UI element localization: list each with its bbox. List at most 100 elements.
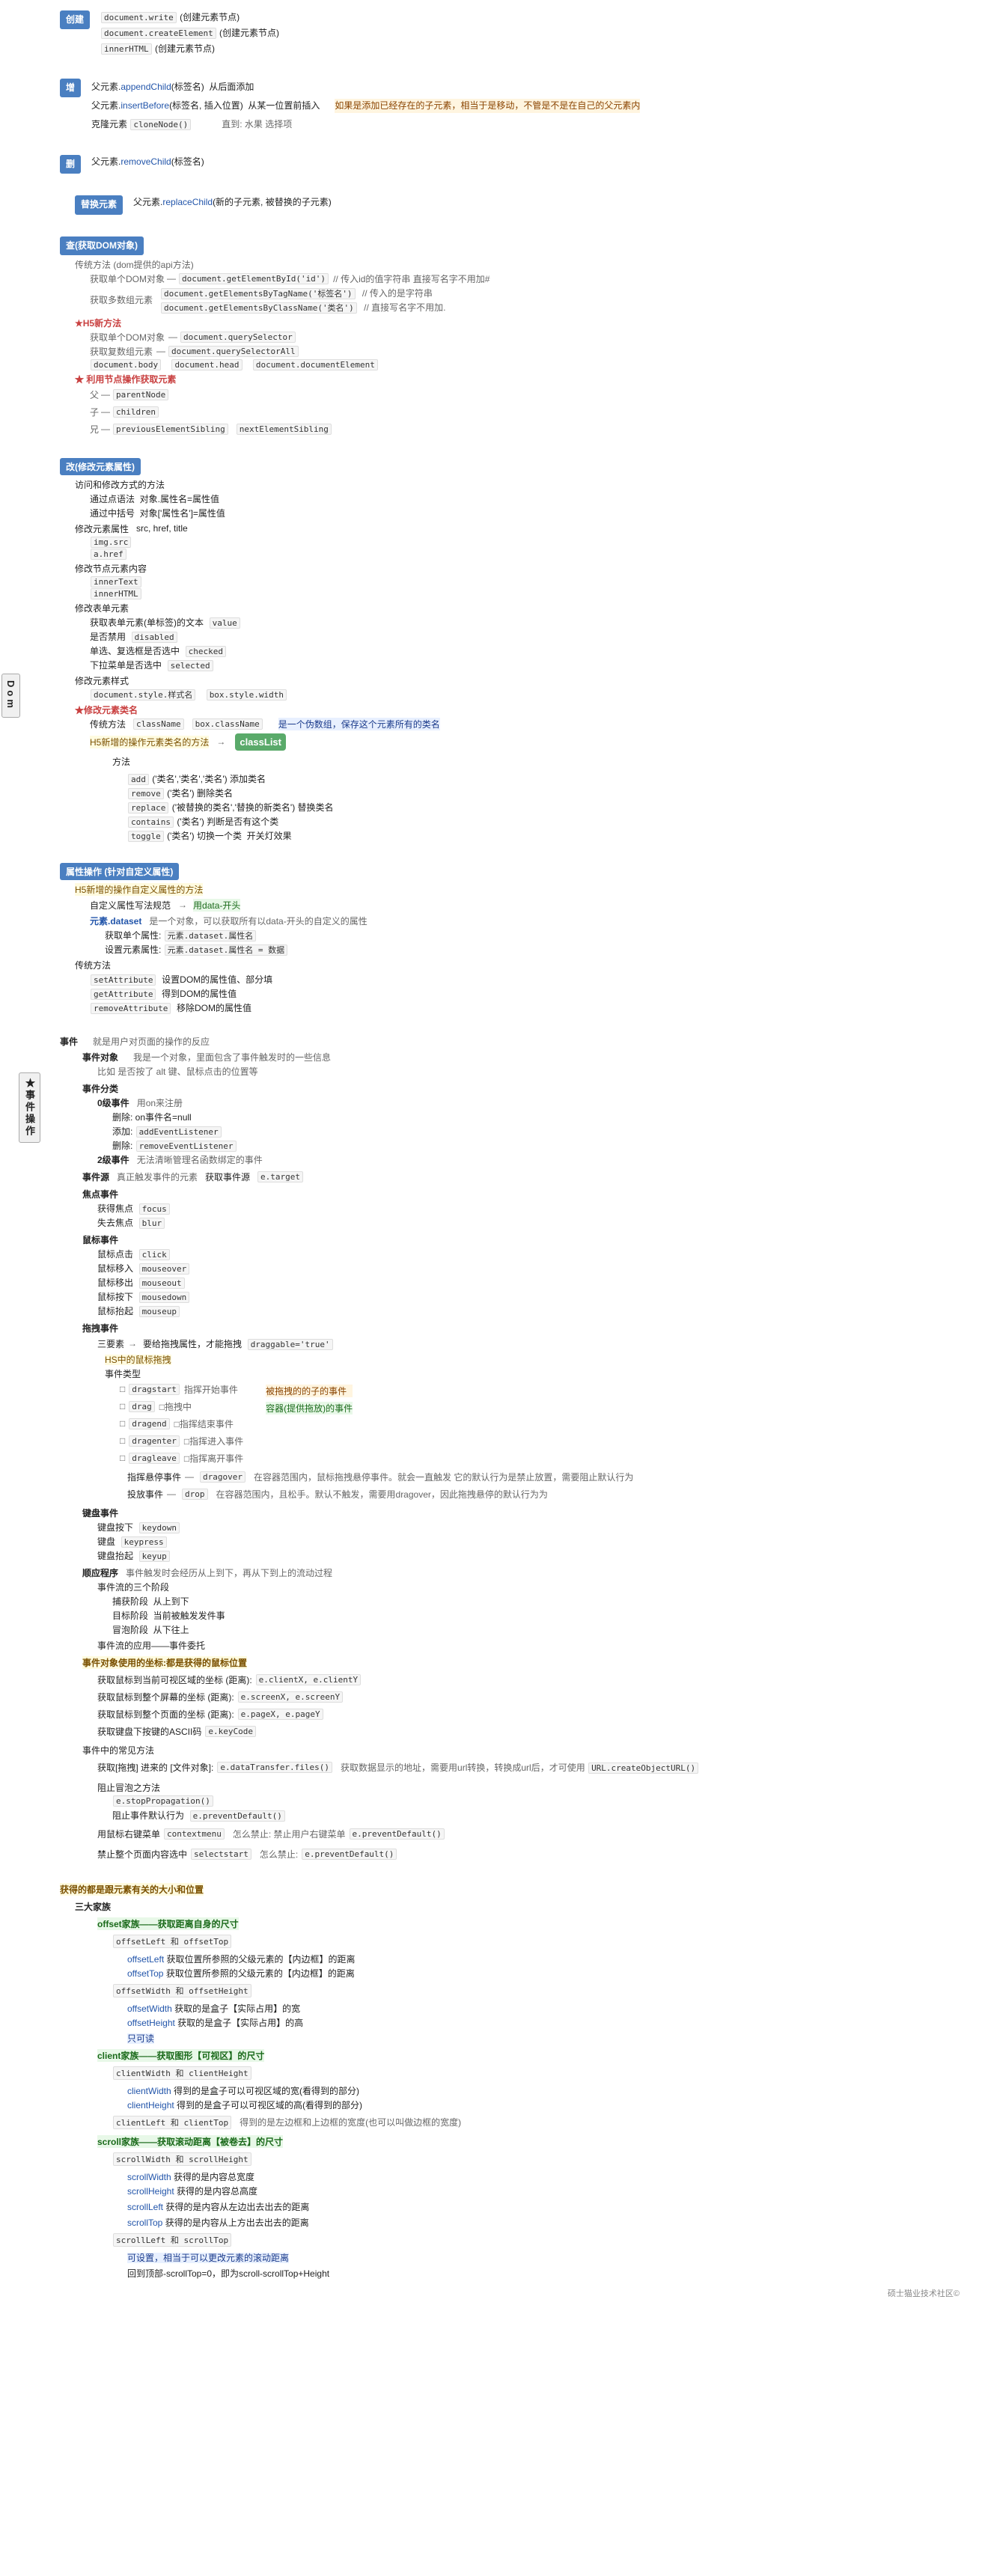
offset-readonly: 只可读: [127, 2032, 967, 2045]
event-source-section: 事件源 真正触发事件的元素 获取事件源 e.target: [82, 1171, 967, 1183]
event-other-list: 获取[拖拽] 进来的 [文件对象]: e.dataTransfer.files(…: [97, 1759, 967, 1862]
create-item-2: document.createElement (创建元素节点): [100, 26, 279, 40]
scrollwidth-height-desc: scrollWidth 获得的是内容总宽度 scrollHeight 获得的是内…: [127, 2170, 967, 2197]
offsetleft-top-desc: offsetLeft 获取位置所参照的父级元素的【内边框】的距离 offsetT…: [127, 1953, 967, 1980]
dragover-drop-events: 指挥悬停事件 — dragover 在容器范围内，鼠标拖拽悬停事件。就会一直触发…: [127, 1469, 967, 1502]
coord-methods: 获取鼠标到当前可视区域的坐标 (距离): e.clientX, e.client…: [97, 1672, 967, 1739]
dragover-row: 指挥悬停事件 — dragover 在容器范围内，鼠标拖拽悬停事件。就会一直触发…: [127, 1471, 967, 1483]
inner-text: innerText: [90, 576, 967, 587]
attribute-rule-label: 自定义属性写法规范: [90, 899, 171, 912]
clientwidth-height-desc: clientWidth 得到的是盒子可以可视区域的宽(看得到的部分) clien…: [127, 2084, 967, 2111]
keyboard-events-section: 键盘事件 键盘按下 keydown 键盘 keypress 键盘抬起 keyup: [82, 1507, 967, 1562]
clientxy-desc: 获取鼠标到当前可视区域的坐标 (距离):: [97, 1673, 252, 1686]
img-src-example: img.src: [90, 537, 967, 547]
modify-class-header: ★修改元素类名: [75, 703, 967, 716]
event-files-label: 获取[拖拽] 进来的 [文件对象]:: [97, 1761, 213, 1774]
query-h5-header: ★H5新方法: [75, 317, 967, 329]
query-get-multi-label: 获取多数组元素: [90, 293, 153, 306]
query-header-row: 查(获取DOM对象): [60, 236, 967, 255]
modify-content-label: 修改节点元素内容: [75, 562, 147, 575]
add-items: 父元素.appendChild(标签名) 从后面添加 父元素.insertBef…: [91, 79, 640, 134]
event-files-code: e.dataTransfer.files(): [217, 1762, 332, 1773]
replace-items: 父元素.replaceChild(新的子元素, 被替换的子元素): [133, 195, 332, 210]
three-elements-label: 三要素: [97, 1337, 124, 1350]
query-get-multi: 获取多数组元素 document.getElementsByTagName('标…: [90, 287, 967, 314]
scroll-family-header: scroll家族——获取滚动距离【被卷去】的尺寸: [97, 2135, 967, 2148]
scroll-family: scroll家族——获取滚动距离【被卷去】的尺寸 scrollWidth 和 s…: [97, 2135, 967, 2280]
scrollwidth-height: scrollWidth 和 scrollHeight: [113, 2152, 251, 2166]
offset-family-header: offset家族——获取距离自身的尺寸: [97, 1917, 967, 1930]
event-flow-label: 顺应程序: [82, 1566, 118, 1579]
three-elements-header: 三要素 → 要给拖拽属性，才能拖拽 draggable='true': [97, 1337, 967, 1350]
clientheight-desc: clientHeight 得到的是盒子可以可视区域的高(看得到的部分): [127, 2099, 967, 2111]
add-header-row: 增 父元素.appendChild(标签名) 从后面添加 父元素.insertB…: [60, 79, 967, 134]
keyboard-events: 键盘按下 keydown 键盘 keypress 键盘抬起 keyup: [97, 1521, 967, 1562]
offset-methods: offsetLeft 和 offsetTop offsetLeft 获取位置所参…: [112, 1933, 967, 2045]
context-menu-label: 用鼠标右键菜单: [97, 1828, 160, 1840]
event-obj-desc: 我是一个对象，里面包含了事件触发时的一些信息: [133, 1051, 331, 1063]
create-header-row: 创建 document.write (创建元素节点) document.crea…: [60, 10, 967, 57]
select-start-section: 禁止整个页面内容选中 selectstart 怎么禁止: e.preventDe…: [97, 1846, 967, 1862]
focus-header: 焦点事件: [82, 1188, 967, 1200]
screenxy-desc: 获取鼠标到整个屏幕的坐标 (距离):: [97, 1691, 234, 1703]
scroll-settable: 可设置，相当于可以更改元素的滚动距离: [127, 2253, 289, 2263]
query-h5-single: 获取单个DOM对象 — document.querySelector: [90, 331, 967, 344]
modify-form-label: 修改表单元素: [75, 602, 129, 614]
drop-desc: 在容器范围内，且松手。默认不触发，需要用dragover，因此拖拽悬停的默认行为…: [216, 1488, 548, 1501]
attribute-trad-header: 传统方法: [75, 959, 967, 971]
mouse-over: 鼠标移入 mouseover: [97, 1262, 967, 1275]
attribute-rule-row: 自定义属性写法规范 → 用data-开头: [90, 899, 967, 912]
pagexy-desc: 获取鼠标到整个页面的坐标 (距离):: [97, 1708, 234, 1721]
dot-notation: 通过点语法 对象.属性名=属性值: [90, 492, 967, 505]
attribute-h5-header: H5新增的操作自定义属性的方法: [75, 883, 967, 896]
event-files-row: 获取[拖拽] 进来的 [文件对象]: e.dataTransfer.files(…: [97, 1761, 967, 1774]
del-items: 父元素.removeChild(标签名): [91, 155, 204, 169]
mouse-click: 鼠标点击 click: [97, 1248, 967, 1260]
attribute-trad: 传统方法 setAttribute 设置DOM的属性值、部分填 getAttri…: [75, 959, 967, 1014]
offset-readonly-note: 只可读: [127, 2033, 154, 2044]
attribute-h5: H5新增的操作自定义属性的方法 自定义属性写法规范 → 用data-开头 元素.…: [75, 883, 967, 956]
keycode-code: e.keyCode: [205, 1726, 256, 1737]
classname-box: box.className: [192, 718, 263, 730]
modify-visit-label: 访问和修改方式的方法: [75, 478, 165, 491]
context-menu-desc: 怎么禁止: 禁止用户右键菜单: [233, 1828, 346, 1840]
select-start-code: selectstart: [191, 1849, 251, 1860]
events-classification-section: 事件分类 0级事件 用on来注册 删除: on事件名=null 添加: addE…: [82, 1082, 967, 1166]
mouse-out: 鼠标移出 mouseout: [97, 1276, 967, 1289]
add-item-1: 父元素.appendChild(标签名) 从后面添加: [91, 80, 640, 94]
events-section: ★事件操作 事件 就是用户对页面的操作的反应 事件对象 我是一个对象，里面包含了…: [60, 1035, 967, 1862]
dragover-desc: 在容器范围内，鼠标拖拽悬停事件。就会一直触发 它的默认行为是禁止放置，需要阻止默…: [254, 1471, 633, 1483]
target-phase: 目标阶段 当前被触发发件事: [112, 1609, 967, 1622]
query-h5-methods: 获取单个DOM对象 — document.querySelector 获取复数组…: [90, 331, 967, 370]
query-h5-single-label: 获取单个DOM对象: [90, 331, 165, 344]
scrolltop-desc: scrollTop 获得的是内容从上方出去出去的距离: [127, 2216, 967, 2229]
query-h5: ★H5新方法 获取单个DOM对象 — document.querySelecto…: [75, 317, 967, 370]
position-size-section: 获得的都是跟元素有关的大小和位置 三大家族 offset家族——获取距离自身的尺…: [60, 1883, 967, 2280]
form-value: 获取表单元素(单标签)的文本 value: [90, 616, 967, 629]
modify-visit: 访问和修改方式的方法 通过点语法 对象.属性名=属性值 通过中括号 对象['属性…: [75, 478, 967, 519]
get-by-id: document.getElementById('id'): [179, 273, 329, 284]
keycode-desc: 获取键盘下按键的ASCII码: [97, 1725, 201, 1738]
select-start-label: 禁止整个页面内容选中: [97, 1848, 187, 1861]
drag-event: drag: [129, 1401, 155, 1412]
dragover-label: 指挥悬停事件: [127, 1471, 181, 1483]
query-section: 查(获取DOM对象) 传统方法 (dom提供的api方法) 获取单个DOM对象 …: [60, 236, 967, 437]
mouse-events-section: 鼠标事件 鼠标点击 click 鼠标移入 mouseover 鼠标移出 mous…: [82, 1233, 967, 1317]
mouse-up: 鼠标抬起 mouseup: [97, 1304, 967, 1317]
level2-note: 无法清晰管理名函数绑定的事件: [137, 1153, 263, 1166]
modify-label: 改(修改元素属性): [60, 458, 141, 475]
event-other-header: 事件中的常见方法: [82, 1744, 967, 1756]
modify-content: 修改节点元素内容 innerText innerHTML: [75, 562, 967, 599]
prev-sibling: previousElementSibling: [113, 424, 228, 435]
keyboard-header: 键盘事件: [82, 1507, 967, 1519]
query-get-single: 获取单个DOM对象 — document.getElementById('id'…: [90, 272, 967, 285]
three-phases-label: 事件流的三个阶段: [97, 1581, 169, 1593]
create-section: 创建 document.write (创建元素节点) document.crea…: [60, 10, 967, 57]
event-delegation-header: 事件流的应用——事件委托: [97, 1639, 967, 1652]
dragenter-row: □ dragenter □指挥进入事件: [120, 1435, 243, 1447]
query-traditional: 传统方法 (dom提供的api方法) 获取单个DOM对象 — document.…: [75, 258, 967, 314]
classlist-contains: contains ('类名') 判断是否有这个类: [127, 815, 967, 828]
pagexy-row: 获取鼠标到整个页面的坐标 (距离): e.pageX, e.pageY: [97, 1708, 967, 1721]
offsetwidth-height-row: offsetWidth 和 offsetHeight: [112, 1984, 967, 1997]
modify-class-section: ★修改元素类名 传统方法 className box.className 是一个…: [75, 703, 967, 842]
